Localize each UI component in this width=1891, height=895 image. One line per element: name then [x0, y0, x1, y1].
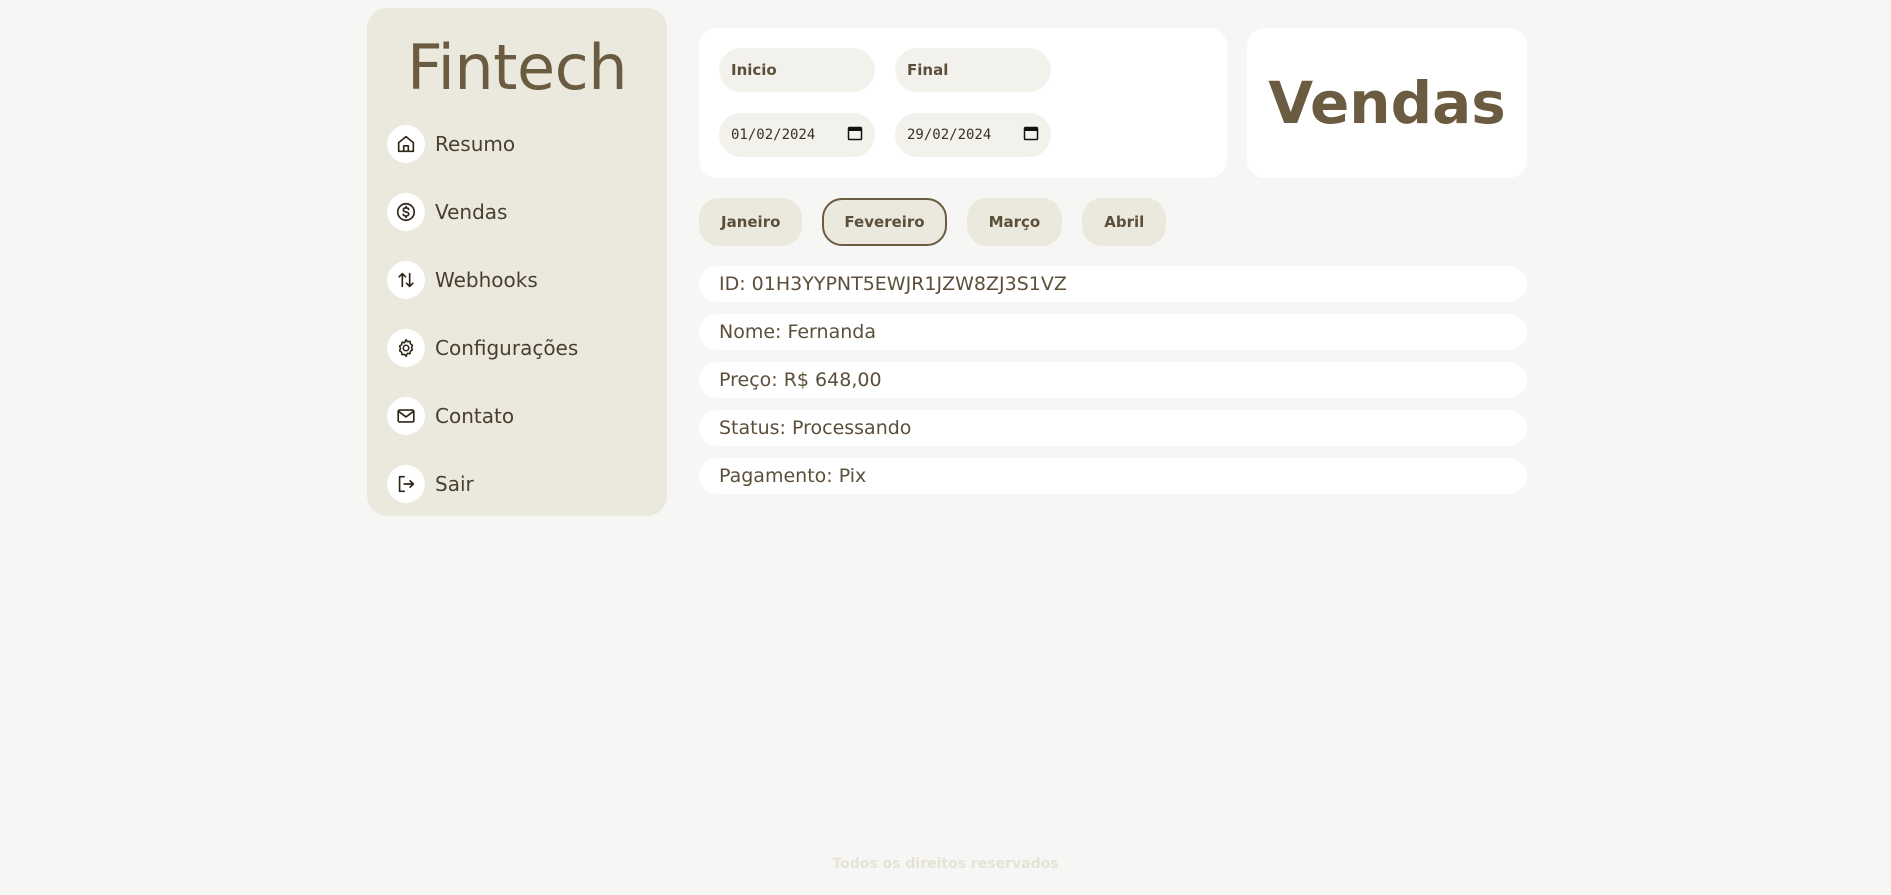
dollar-icon: [387, 193, 425, 231]
end-date-input[interactable]: 29/02/2024: [895, 113, 1051, 157]
month-button-abril[interactable]: Abril: [1082, 198, 1167, 246]
sidebar-item-resumo[interactable]: Resumo: [387, 110, 667, 178]
end-date-label: Final: [895, 48, 1051, 92]
start-date-value: 01/02/2024: [731, 127, 816, 143]
main-content: Inicio Final 01/02/2024 29/02/2024 Venda…: [699, 28, 1527, 494]
sidebar-item-webhooks[interactable]: Webhooks: [387, 246, 667, 314]
sidebar-nav: Resumo Vendas Webhooks Configurações Con…: [367, 110, 667, 518]
calendar-icon[interactable]: [847, 125, 863, 145]
calendar-icon[interactable]: [1023, 125, 1039, 145]
sale-preco: Preço: R$ 648,00: [699, 362, 1527, 398]
sale-nome: Nome: Fernanda: [699, 314, 1527, 350]
sidebar: Fintech Resumo Vendas Webhooks Configura…: [367, 8, 667, 516]
sale-details: ID: 01H3YYPNT5EWJR1JZW8ZJ3S1VZ Nome: Fer…: [699, 266, 1527, 494]
sale-status: Status: Processando: [699, 410, 1527, 446]
page-title: Vendas: [1268, 69, 1506, 137]
logout-icon: [387, 465, 425, 503]
home-icon: [387, 125, 425, 163]
sidebar-item-label: Contato: [435, 404, 515, 428]
sidebar-item-label: Configurações: [435, 336, 579, 360]
month-button-janeiro[interactable]: Janeiro: [699, 198, 803, 246]
sidebar-item-label: Vendas: [435, 200, 508, 224]
arrows-icon: [387, 261, 425, 299]
sidebar-item-label: Resumo: [435, 132, 516, 156]
sidebar-item-configuracoes[interactable]: Configurações: [387, 314, 667, 382]
sidebar-item-label: Webhooks: [435, 268, 538, 292]
start-date-input[interactable]: 01/02/2024: [719, 113, 875, 157]
footer-text: Todos os direitos reservados: [832, 856, 1059, 872]
start-date-label: Inicio: [719, 48, 875, 92]
month-button-marco[interactable]: Março: [966, 198, 1063, 246]
sidebar-item-label: Sair: [435, 472, 474, 496]
top-row: Inicio Final 01/02/2024 29/02/2024 Venda…: [699, 28, 1527, 178]
gear-icon: [387, 329, 425, 367]
brand-logo: Fintech: [406, 31, 628, 104]
sale-pagamento: Pagamento: Pix: [699, 458, 1527, 494]
sale-id: ID: 01H3YYPNT5EWJR1JZW8ZJ3S1VZ: [699, 266, 1527, 302]
title-card: Vendas: [1247, 28, 1527, 178]
date-filter-card: Inicio Final 01/02/2024 29/02/2024: [699, 28, 1227, 178]
sidebar-item-vendas[interactable]: Vendas: [387, 178, 667, 246]
month-selector: Janeiro Fevereiro Março Abril: [699, 198, 1527, 246]
month-button-fevereiro[interactable]: Fevereiro: [822, 198, 947, 246]
mail-icon: [387, 397, 425, 435]
sidebar-item-contato[interactable]: Contato: [387, 382, 667, 450]
sidebar-item-sair[interactable]: Sair: [387, 450, 667, 518]
end-date-value: 29/02/2024: [907, 127, 992, 143]
